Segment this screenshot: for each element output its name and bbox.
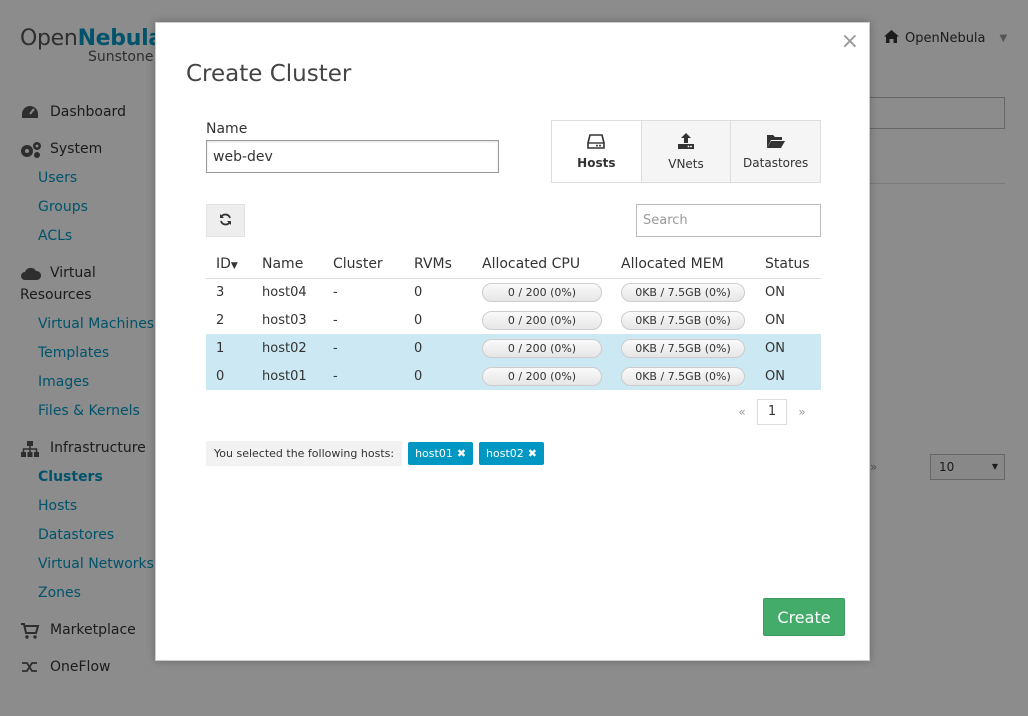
selected-host-chip[interactable]: host02 ✖: [479, 442, 545, 465]
selected-hosts-bar: You selected the following hosts: host01…: [206, 441, 545, 466]
column-header-id[interactable]: ID▼: [206, 251, 252, 279]
remove-chip-icon[interactable]: ✖: [528, 447, 537, 460]
remove-chip-icon[interactable]: ✖: [457, 447, 466, 460]
cpu-usage-bar: 0 / 200 (0%): [482, 310, 602, 330]
selected-host-chip[interactable]: host01 ✖: [408, 442, 474, 465]
table-row-selected[interactable]: 0 host01 - 0 0 / 200 (0%) 0KB / 7.5GB (0…: [206, 362, 821, 390]
column-header-status[interactable]: Status: [755, 251, 821, 279]
create-cluster-dialog: × Create Cluster Name Hosts VNets Datast…: [155, 22, 870, 661]
table-row[interactable]: 2 host03 - 0 0 / 200 (0%) 0KB / 7.5GB (0…: [206, 306, 821, 334]
cell-cluster: -: [333, 284, 338, 300]
folder-open-icon: [766, 133, 786, 156]
name-label: Name: [206, 121, 248, 137]
mem-usage-bar: 0KB / 7.5GB (0%): [621, 310, 745, 330]
cell-status: ON: [765, 284, 785, 300]
tab-datastores-label: Datastores: [743, 156, 809, 170]
refresh-icon: [219, 211, 232, 230]
column-header-name[interactable]: Name: [252, 251, 323, 279]
cell-status: ON: [765, 312, 785, 328]
table-row[interactable]: 3 host04 - 0 0 / 200 (0%) 0KB / 7.5GB (0…: [206, 278, 821, 306]
cell-cpu: 0 / 200 (0%): [472, 278, 611, 306]
resource-tabs: Hosts VNets Datastores: [551, 120, 821, 183]
cell-id: 0: [206, 362, 252, 390]
cell-id: 2: [216, 312, 225, 328]
cpu-usage-bar: 0 / 200 (0%): [482, 366, 602, 386]
cell-name: host04: [262, 284, 307, 300]
mem-usage-bar: 0KB / 7.5GB (0%): [621, 282, 745, 302]
column-header-rvms[interactable]: RVMs: [404, 251, 472, 279]
close-icon[interactable]: ×: [841, 31, 859, 53]
tab-vnets[interactable]: VNets: [640, 121, 731, 182]
hdd-icon: [587, 133, 606, 156]
cell-rvms: 0: [404, 362, 472, 390]
pager-next[interactable]: »: [791, 405, 813, 419]
cell-mem: 0KB / 7.5GB (0%): [611, 334, 755, 362]
cell-status: ON: [755, 362, 821, 390]
create-button[interactable]: Create: [763, 598, 845, 636]
cell-rvms: 0: [414, 284, 423, 300]
cell-mem: 0KB / 7.5GB (0%): [611, 306, 755, 334]
tab-hosts-label: Hosts: [577, 156, 616, 170]
cluster-name-input[interactable]: [206, 140, 499, 173]
cell-cpu: 0 / 200 (0%): [472, 362, 611, 390]
column-header-cluster[interactable]: Cluster: [323, 251, 404, 279]
cell-name: host03: [262, 312, 307, 328]
refresh-button[interactable]: [206, 204, 245, 237]
cell-id: 3: [216, 284, 225, 300]
hosts-table: ID▼ Name Cluster RVMs Allocated CPU Allo…: [206, 251, 821, 390]
selected-hosts-label: You selected the following hosts:: [206, 441, 403, 466]
cell-rvms: 0: [404, 334, 472, 362]
column-header-allocated-mem[interactable]: Allocated MEM: [611, 251, 755, 279]
pager-page-1[interactable]: 1: [757, 399, 787, 425]
cell-mem: 0KB / 7.5GB (0%): [611, 278, 755, 306]
hosts-search-input[interactable]: [636, 204, 821, 237]
table-row-selected[interactable]: 1 host02 - 0 0 / 200 (0%) 0KB / 7.5GB (0…: [206, 334, 821, 362]
tab-datastores[interactable]: Datastores: [730, 121, 821, 182]
upload-icon: [677, 132, 695, 157]
cell-name: host01: [252, 362, 323, 390]
cell-name: host02: [252, 334, 323, 362]
pagination: « 1 »: [731, 399, 813, 425]
pager-prev[interactable]: «: [731, 405, 753, 419]
cell-status: ON: [755, 334, 821, 362]
sort-desc-icon: ▼: [230, 261, 238, 272]
tab-hosts[interactable]: Hosts: [552, 121, 641, 182]
cell-cpu: 0 / 200 (0%): [472, 306, 611, 334]
cell-cluster: -: [333, 312, 338, 328]
cell-rvms: 0: [414, 312, 423, 328]
cell-cluster: -: [323, 362, 404, 390]
cell-cluster: -: [323, 334, 404, 362]
mem-usage-bar: 0KB / 7.5GB (0%): [621, 366, 745, 386]
mem-usage-bar: 0KB / 7.5GB (0%): [621, 338, 745, 358]
tab-vnets-label: VNets: [668, 157, 704, 171]
table-header-row: ID▼ Name Cluster RVMs Allocated CPU Allo…: [206, 251, 821, 279]
cpu-usage-bar: 0 / 200 (0%): [482, 282, 602, 302]
dialog-title: Create Cluster: [186, 61, 352, 87]
cpu-usage-bar: 0 / 200 (0%): [482, 338, 602, 358]
cell-cpu: 0 / 200 (0%): [472, 334, 611, 362]
cell-id: 1: [206, 334, 252, 362]
column-header-allocated-cpu[interactable]: Allocated CPU: [472, 251, 611, 279]
cell-mem: 0KB / 7.5GB (0%): [611, 362, 755, 390]
